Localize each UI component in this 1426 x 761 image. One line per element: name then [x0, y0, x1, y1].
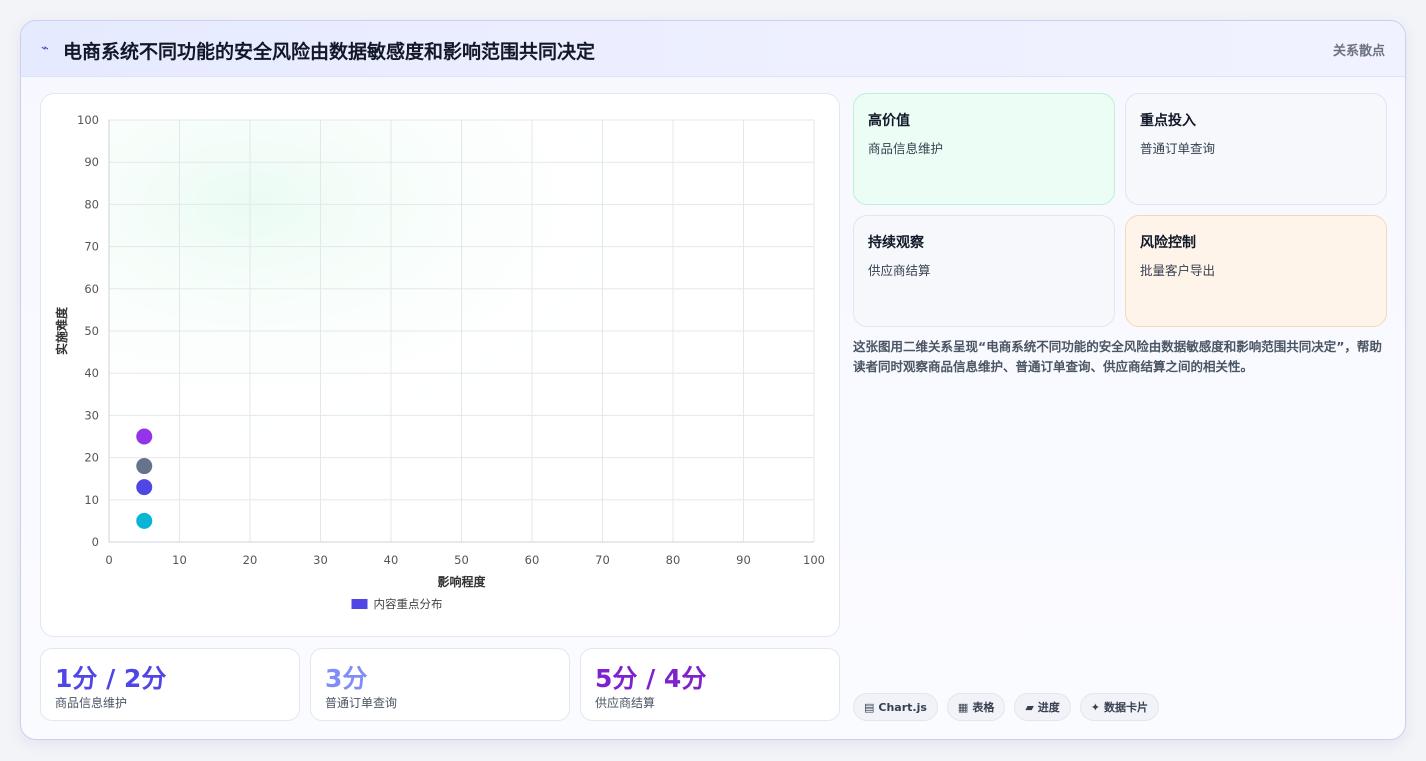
scatter-point-4	[136, 512, 153, 529]
quadrant-risk-control: 风险控制 批量客户导出	[1125, 215, 1387, 327]
y-tick-label: 40	[84, 366, 99, 380]
y-tick-label: 10	[84, 493, 99, 507]
x-tick-label: 90	[736, 553, 751, 567]
quadrant-title: 重点投入	[1140, 113, 1196, 129]
chip-chartjs[interactable]: ▤ Chart.js	[853, 693, 938, 721]
x-tick-label: 20	[243, 553, 258, 567]
chart-line-icon: ⌁	[41, 41, 49, 56]
scatter-chart-panel: 0 10 20 30 40 50 60 70 80 90 100 0 10 20 30 40 50 60 70 80 9…	[40, 93, 840, 637]
table-icon: ▦	[957, 700, 969, 714]
chart-type-tag: 关系散点	[1332, 44, 1385, 59]
stat-value: 5分 / 4分	[595, 664, 707, 693]
x-tick-label: 40	[384, 553, 399, 567]
stat-card-3: 5分 / 4分 供应商结算	[580, 648, 840, 721]
y-tick-label: 50	[84, 324, 99, 338]
quadrant-high-value: 高价值 商品信息维护	[853, 93, 1115, 205]
chip-label: 数据卡片	[1104, 701, 1149, 714]
scatter-point-2	[136, 458, 153, 475]
stat-value: 3分	[325, 664, 368, 693]
x-axis-label: 影响程度	[437, 574, 486, 589]
chart-description: 这张图用二维关系呈现“电商系统不同功能的安全风险由数据敏感度和影响范围共同决定”…	[853, 339, 1382, 374]
y-tick-label: 100	[77, 113, 99, 127]
x-tick-label: 0	[105, 553, 112, 567]
chip-data-card[interactable]: ✦ 数据卡片	[1079, 693, 1160, 721]
quadrant-title: 高价值	[868, 113, 910, 129]
quadrant-item: 供应商结算	[868, 263, 931, 278]
y-axis-label: 实施难度	[54, 306, 69, 355]
chip-label: 表格	[972, 701, 995, 714]
stat-value: 1分 / 2分	[55, 664, 167, 693]
x-tick-label: 50	[454, 553, 469, 567]
quadrant-item: 批量客户导出	[1140, 263, 1216, 278]
main-card: ⌁ 电商系统不同功能的安全风险由数据敏感度和影响范围共同决定 关系散点 0 10 2…	[20, 20, 1406, 740]
quadrant-item: 商品信息维护	[868, 141, 944, 156]
quadrant-item: 普通订单查询	[1140, 141, 1216, 156]
scatter-chart: 0 10 20 30 40 50 60 70 80 90 100 0 10 20 30 40 50 60 70 80 9…	[54, 113, 825, 611]
quadrant-title: 风险控制	[1140, 235, 1196, 251]
x-tick-label: 10	[172, 553, 187, 567]
quadrant-title: 持续观察	[868, 235, 924, 251]
y-tick-label: 90	[84, 155, 99, 169]
chip-progress[interactable]: ▰ 进度	[1014, 693, 1071, 721]
scatter-point-1	[136, 428, 153, 445]
y-tick-label: 70	[84, 240, 99, 254]
chart-icon: ▤	[864, 700, 875, 714]
y-tick-label: 0	[92, 535, 99, 549]
page-title: 电商系统不同功能的安全风险由数据敏感度和影响范围共同决定	[63, 41, 596, 63]
stat-card-2: 3分 普通订单查询	[310, 648, 570, 721]
stat-label: 商品信息维护	[55, 696, 128, 710]
x-tick-label: 80	[666, 553, 681, 567]
scatter-point-3	[136, 479, 153, 496]
stat-card-1: 1分 / 2分 商品信息维护	[40, 648, 300, 721]
quadrant-observe: 持续观察 供应商结算	[853, 215, 1115, 327]
stat-label: 普通订单查询	[325, 696, 398, 710]
stat-label: 供应商结算	[595, 696, 656, 710]
header-bar: ⌁ 电商系统不同功能的安全风险由数据敏感度和影响范围共同决定 关系散点	[21, 21, 1405, 77]
chip-label: 进度	[1037, 701, 1060, 714]
x-tick-label: 60	[525, 553, 540, 567]
chip-table[interactable]: ▦ 表格	[946, 693, 1006, 721]
legend-swatch	[351, 599, 368, 609]
y-tick-label: 30	[84, 408, 99, 422]
x-tick-label: 70	[595, 553, 610, 567]
x-tick-label: 30	[313, 553, 328, 567]
chip-label: Chart.js	[878, 700, 927, 714]
y-tick-label: 60	[84, 282, 99, 296]
legend-label: 内容重点分布	[374, 597, 443, 611]
tech-chips: ▤ Chart.js ▦ 表格 ▰ 进度 ✦ 数据卡片	[853, 693, 1160, 721]
x-tick-label: 100	[803, 553, 825, 567]
y-tick-label: 20	[84, 451, 99, 465]
quadrant-key-investment: 重点投入 普通订单查询	[1125, 93, 1387, 205]
sparkle-icon: ✦	[1090, 700, 1101, 714]
progress-icon: ▰	[1025, 700, 1034, 714]
y-tick-label: 80	[84, 197, 99, 211]
